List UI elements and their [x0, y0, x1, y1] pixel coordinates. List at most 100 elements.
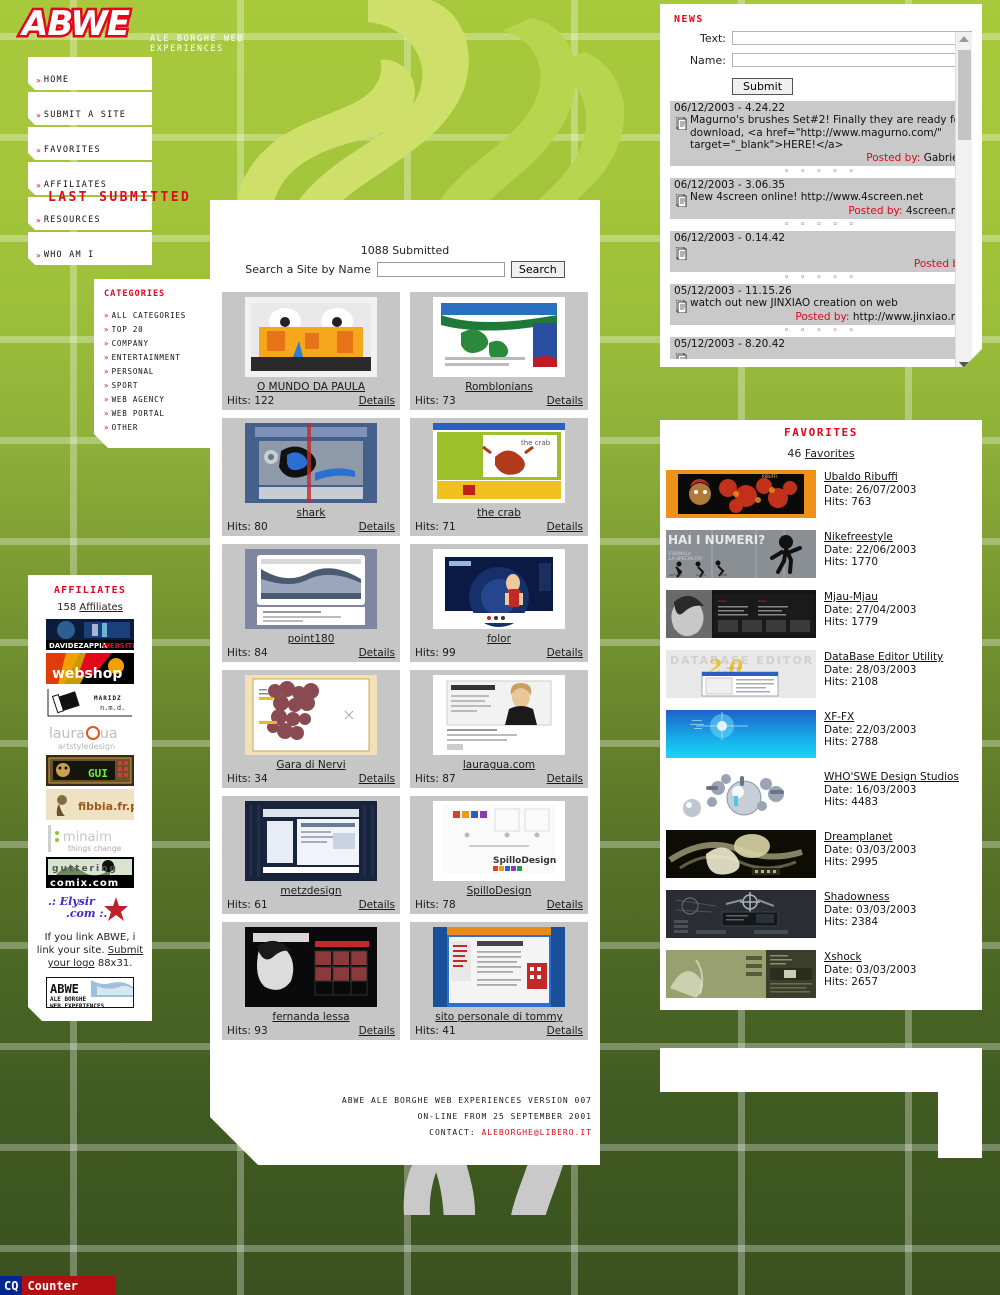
- site-details-link[interactable]: Details: [547, 395, 583, 407]
- affiliates-count[interactable]: 158 Affiliates: [28, 602, 152, 613]
- xshock-thumb[interactable]: [666, 950, 816, 998]
- affiliate-banner-mariaz-nmd[interactable]: MARIDZ n.m.d.: [46, 687, 134, 718]
- submitted-site-card[interactable]: Gara di Nervi Hits: 34 Details: [222, 670, 400, 788]
- favorite-row[interactable]: RIBUFFI Ubaldo Ribuffi Date: 26/07/2003 Hit…: [660, 466, 982, 522]
- site-details-link[interactable]: Details: [359, 1025, 395, 1037]
- site-details-link[interactable]: Details: [547, 899, 583, 911]
- site-details-link[interactable]: Details: [547, 647, 583, 659]
- category-item[interactable]: » OTHER: [94, 420, 216, 434]
- category-item[interactable]: » SPORT: [94, 378, 216, 392]
- whoswe-thumb[interactable]: [666, 770, 816, 818]
- submitted-site-card[interactable]: Romblonians Hits: 73 Details: [410, 292, 588, 410]
- submitted-site-card[interactable]: O MUNDO DA PAULA Hits: 122 Details: [222, 292, 400, 410]
- submitted-site-card[interactable]: fernanda lessa Hits: 93 Details: [222, 922, 400, 1040]
- site-details-link[interactable]: Details: [547, 773, 583, 785]
- favorite-name-link[interactable]: Nikefreestyle: [824, 531, 917, 544]
- metzdesign-thumb[interactable]: [245, 801, 377, 881]
- dreamplanet-thumb[interactable]: [666, 830, 816, 878]
- o-mundo-da-paula-thumb[interactable]: [245, 297, 377, 377]
- favorite-row[interactable]: HAI I NUMERI? FORMULA LA SPECIALITA' ARTICO…: [660, 526, 982, 582]
- favorite-name-link[interactable]: DataBase Editor Utility: [824, 651, 943, 664]
- shadowness-thumb[interactable]: [666, 890, 816, 938]
- site-details-link[interactable]: Details: [359, 395, 395, 407]
- search-input[interactable]: [376, 262, 505, 277]
- footer-contact-email[interactable]: ALEBORGHE@LIBERO.IT: [481, 1128, 592, 1137]
- site-name-link[interactable]: Gara di Nervi: [227, 759, 395, 771]
- site-logo[interactable]: ABWE ALE BORGHE WEB EXPERIENCES: [19, 2, 282, 55]
- abwe-own-banner[interactable]: ABWE ALE BORGHE WEB EXPERIENCES: [46, 977, 134, 1008]
- ubaldo-ribuffi-thumb[interactable]: RIBUFFI: [666, 470, 816, 518]
- affiliate-banner-elysir[interactable]: .: Elysir .com :.: [46, 891, 134, 922]
- category-item[interactable]: » COMPANY: [94, 336, 216, 350]
- submitted-site-card[interactable]: shark Hits: 80 Details: [222, 418, 400, 536]
- romblonians-thumb[interactable]: [433, 297, 565, 377]
- nav-item-submit-a-site[interactable]: » SUBMIT A SITE: [28, 92, 152, 125]
- site-details-link[interactable]: Details: [359, 521, 395, 533]
- category-item[interactable]: » ALL CATEGORIES: [94, 308, 216, 322]
- favorite-row[interactable]: Xshock Date: 03/03/2003 Hits: 2657: [660, 946, 982, 1002]
- category-item[interactable]: » TOP 20: [94, 322, 216, 336]
- site-details-link[interactable]: Details: [359, 899, 395, 911]
- site-details-link[interactable]: Details: [359, 647, 395, 659]
- sito-personale-di-tommy-thumb[interactable]: [433, 927, 565, 1007]
- nav-item-home[interactable]: » HOME: [28, 57, 152, 90]
- site-name-link[interactable]: SpilloDesign: [415, 885, 583, 897]
- affiliate-banner-gui[interactable]: GUI: [46, 755, 134, 786]
- site-name-link[interactable]: metzdesign: [227, 885, 395, 897]
- category-item[interactable]: » ENTERTAINMENT: [94, 350, 216, 364]
- submitted-site-card[interactable]: sito personale di tommy Hits: 41 Details: [410, 922, 588, 1040]
- favorites-count-link[interactable]: Favorites: [805, 447, 855, 460]
- news-text-input[interactable]: [732, 31, 972, 45]
- favorite-name-link[interactable]: WHO'SWE Design Studios: [824, 771, 959, 784]
- shark-thumb[interactable]: [245, 423, 377, 503]
- news-scrollbar[interactable]: [955, 32, 972, 372]
- site-name-link[interactable]: point180: [227, 633, 395, 645]
- news-name-input[interactable]: [732, 53, 972, 67]
- mjau-mjau-thumb[interactable]: mjau mjau: [666, 590, 816, 638]
- submitted-site-card[interactable]: lauragua.com Hits: 87 Details: [410, 670, 588, 788]
- affiliate-banner-lauragua[interactable]: laura ua artstyledesign: [46, 721, 134, 752]
- category-item[interactable]: » WEB PORTAL: [94, 406, 216, 420]
- category-item[interactable]: » WEB AGENCY: [94, 392, 216, 406]
- folor-thumb[interactable]: [433, 549, 565, 629]
- xf-fx-thumb[interactable]: [666, 710, 816, 758]
- spillodesign-thumb[interactable]: SpilloDesign: [433, 801, 565, 881]
- submitted-site-card[interactable]: point180 Hits: 84 Details: [222, 544, 400, 662]
- lauragua-thumb[interactable]: [433, 675, 565, 755]
- site-name-link[interactable]: the crab: [415, 507, 583, 519]
- site-details-link[interactable]: Details: [547, 521, 583, 533]
- favorite-row[interactable]: Dreamplanet Date: 03/03/2003 Hits: 2995: [660, 826, 982, 882]
- site-name-link[interactable]: folor: [415, 633, 583, 645]
- favorite-row[interactable]: XF-FX Date: 22/03/2003 Hits: 2788: [660, 706, 982, 762]
- category-item[interactable]: » PERSONAL: [94, 364, 216, 378]
- favorite-row[interactable]: Shadowness Date: 03/03/2003 Hits: 2384: [660, 886, 982, 942]
- nav-item-favorites[interactable]: » FAVORITES: [28, 127, 152, 160]
- news-submit-button[interactable]: Submit: [732, 78, 793, 95]
- scrollbar-thumb[interactable]: [958, 50, 971, 140]
- affiliates-count-link[interactable]: Affiliates: [79, 602, 122, 613]
- affiliate-banner-davidezappia[interactable]: DAVIDEZAPPIA WEBSITE: [46, 619, 134, 650]
- site-name-link[interactable]: O MUNDO DA PAULA: [227, 381, 395, 393]
- database-editor-thumb[interactable]: DATABASE EDITOR 2.0 www.abwe.it: [666, 650, 816, 698]
- favorite-row[interactable]: WHO'SWE Design Studios Date: 16/03/2003 Hi…: [660, 766, 982, 822]
- submitted-site-card[interactable]: SpilloDesign SpilloDesign Hits: 78 Details: [410, 796, 588, 914]
- submitted-site-card[interactable]: the crab the crab Hits: 71 Details: [410, 418, 588, 536]
- favorite-row[interactable]: mjau mjau Mjau-Mjau Date: 27/04/2003 Hits: 1…: [660, 586, 982, 642]
- favorite-name-link[interactable]: XF-FX: [824, 711, 917, 724]
- site-name-link[interactable]: lauragua.com: [415, 759, 583, 771]
- favorite-row[interactable]: DATABASE EDITOR 2.0 www.abwe.it DataBase Ed…: [660, 646, 982, 702]
- nav-item-who-am-i[interactable]: » WHO AM I: [28, 232, 152, 265]
- affiliate-banner-guttering-comix[interactable]: guttering comix.com: [46, 857, 134, 888]
- scroll-down-arrow-icon[interactable]: [959, 362, 969, 368]
- site-details-link[interactable]: Details: [547, 1025, 583, 1037]
- scroll-up-arrow-icon[interactable]: [959, 36, 969, 42]
- site-name-link[interactable]: fernanda lessa: [227, 1011, 395, 1023]
- fernanda-lessa-thumb[interactable]: [245, 927, 377, 1007]
- favorite-name-link[interactable]: Mjau-Mjau: [824, 591, 917, 604]
- search-button[interactable]: Search: [510, 261, 565, 278]
- submitted-site-card[interactable]: folor Hits: 99 Details: [410, 544, 588, 662]
- gara-di-nervi-thumb[interactable]: [245, 675, 377, 755]
- affiliate-banner-fibbia[interactable]: fibbia.fr.pl: [46, 789, 134, 820]
- the-crab-thumb[interactable]: the crab: [433, 423, 565, 503]
- affiliate-banner-minaim[interactable]: minaim things change: [46, 823, 134, 854]
